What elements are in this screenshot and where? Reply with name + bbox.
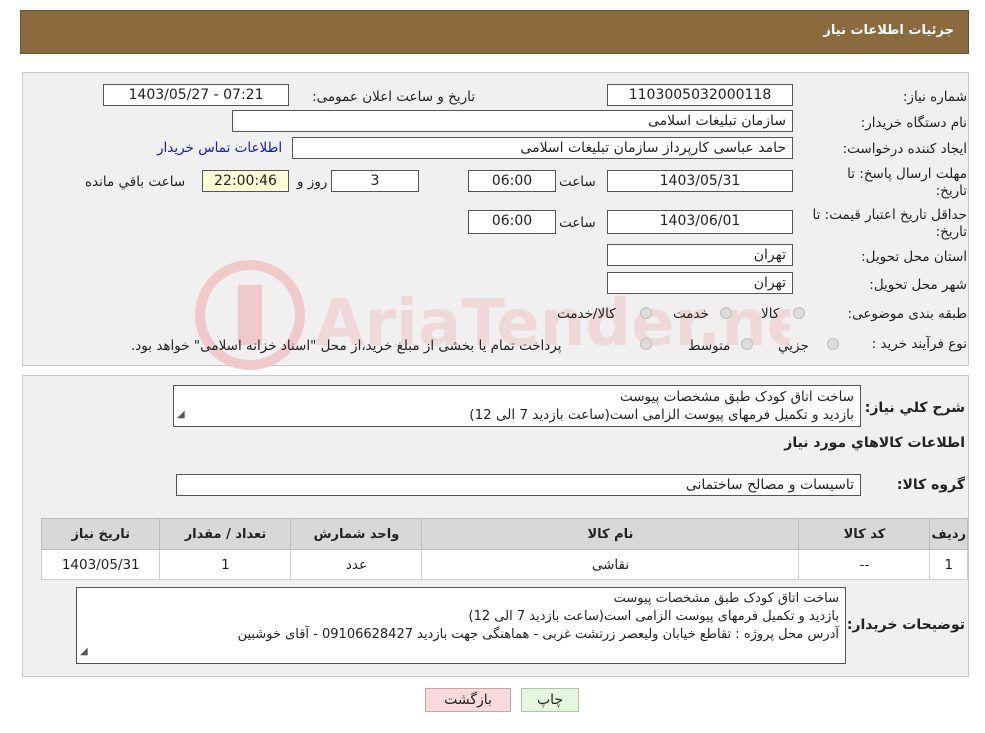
col-item-name: نام کالا — [421, 518, 800, 550]
col-need-date: تاریخ نیاز — [40, 518, 161, 550]
category-radio-service[interactable] — [720, 307, 732, 319]
days-label: روز و — [297, 174, 328, 190]
remaining-days-field[interactable]: 3 — [331, 170, 419, 192]
print-button[interactable]: چاپ — [521, 688, 579, 712]
cell-row-number: 1 — [929, 549, 968, 580]
remaining-time-label: ساعت باقي مانده — [85, 174, 186, 190]
process-radio-minor[interactable] — [827, 338, 839, 350]
remaining-time-field: 22:00:46 — [202, 170, 289, 192]
category-option-service: خدمت — [673, 306, 709, 322]
page-title: جزئیات اطلاعات نیاز — [823, 23, 954, 38]
requester-field[interactable]: حامد عباسی کارپرداز سازمان تبلیغات اسلام… — [292, 137, 793, 159]
announce-datetime-label: تاریخ و ساعت اعلان عمومی: — [312, 89, 475, 105]
reply-deadline-label-2: تاریخ: — [935, 183, 967, 199]
announce-datetime-field[interactable]: 1403/05/27 - 07:21 — [103, 84, 289, 106]
process-radio-medium[interactable] — [741, 338, 753, 350]
goods-info-title: اطلاعات کالاهاي مورد نياز — [784, 435, 965, 451]
cell-need-date: 1403/05/31 — [40, 549, 161, 580]
buyer-contact-link[interactable]: اطلاعات تماس خریدار — [157, 140, 282, 156]
description-line-2: بازدید و تکمیل فرمهای پیوست الزامی است(س… — [469, 407, 854, 423]
buyer-notes-line-3: آدرس محل پروژه : تقاطع خیابان ولیعصر زرت… — [237, 627, 839, 642]
process-option-medium: متوسط — [688, 338, 731, 354]
reply-time-label: ساعت — [559, 174, 596, 190]
category-radio-goods[interactable] — [793, 307, 805, 319]
category-option-goods: کالا — [761, 306, 780, 322]
cell-item-code: -- — [798, 549, 931, 580]
delivery-province-label: استان محل تحویل: — [861, 249, 967, 265]
category-option-goods-service: کالا/خدمت — [557, 306, 616, 322]
col-quantity: تعداد / مقدار — [159, 518, 292, 550]
reply-deadline-time-field[interactable]: 06:00 — [468, 170, 556, 192]
need-number-field[interactable]: 1103005032000118 — [607, 84, 793, 106]
resize-grip-icon[interactable]: ◢ — [177, 406, 185, 424]
reply-deadline-label: مهلت ارسال پاسخ: تا — [847, 166, 967, 182]
purchase-process-label: نوع فرآیند خرید : — [871, 336, 967, 352]
description-line-1: ساخت اتاق کودک طبق مشخصات پیوست — [619, 389, 854, 405]
page-header: جزئیات اطلاعات نیاز — [20, 10, 969, 54]
cell-quantity: 1 — [159, 549, 292, 580]
goods-table: رديف کد کالا نام کالا واحد شمارش تعداد /… — [40, 518, 968, 580]
delivery-city-label: شهر محل تحویل: — [869, 277, 967, 293]
delivery-city-field[interactable]: تهران — [607, 272, 793, 294]
col-row-number: رديف — [929, 518, 968, 550]
buyer-org-field[interactable]: سازمان تبلیغات اسلامی — [232, 110, 793, 132]
treasury-note: پرداخت تمام یا بخشی از مبلغ خرید،از محل … — [131, 338, 562, 354]
cell-item-name: نقاشی — [421, 549, 800, 580]
description-textarea[interactable]: ساخت اتاق کودک طبق مشخصات پیوست بازدید و… — [173, 385, 861, 427]
buyer-notes-line-1: ساخت اتاق کودک طبق مشخصات پیوست — [613, 591, 839, 606]
price-validity-label-2: تاریخ: — [935, 224, 967, 240]
buyer-notes-line-2: بازدید و تکمیل فرمهای پیوست الزامی است(س… — [468, 609, 839, 624]
buyer-notes-label: توضیحات خریدار: — [846, 617, 965, 633]
buyer-org-label: نام دستگاه خریدار: — [860, 115, 967, 131]
category-radio-goods-service[interactable] — [640, 307, 652, 319]
table-row: 1 -- نقاشی عدد 1 1403/05/31 — [40, 549, 968, 580]
reply-deadline-date-field[interactable]: 1403/05/31 — [607, 170, 793, 192]
description-label: شرح کلي نياز: — [864, 400, 965, 416]
resize-grip-icon[interactable]: ◢ — [80, 643, 88, 661]
requester-label: ایجاد کننده درخواست: — [842, 141, 967, 157]
price-validity-time-label: ساعت — [559, 215, 596, 231]
col-item-code: کد کالا — [798, 518, 931, 550]
back-button[interactable]: بازگشت — [425, 688, 511, 712]
goods-table-header: رديف کد کالا نام کالا واحد شمارش تعداد /… — [40, 518, 968, 550]
category-label: طبقه بندی موضوعی: — [847, 306, 967, 322]
treasury-checkbox[interactable] — [640, 338, 652, 350]
cell-unit: عدد — [290, 549, 423, 580]
price-validity-label: حداقل تاریخ اعتبار قیمت: تا — [812, 207, 967, 223]
price-validity-date-field[interactable]: 1403/06/01 — [607, 210, 793, 234]
price-validity-time-field[interactable]: 06:00 — [468, 210, 556, 234]
goods-group-label: گروه کالا: — [896, 477, 965, 493]
delivery-province-field[interactable]: تهران — [607, 244, 793, 266]
process-option-minor: جزيي — [778, 338, 809, 354]
need-number-label: شماره نیاز: — [902, 89, 967, 105]
col-unit: واحد شمارش — [290, 518, 423, 550]
goods-group-field[interactable]: تاسیسات و مصالح ساختمانی — [176, 474, 861, 496]
buyer-notes-textarea[interactable]: ساخت اتاق کودک طبق مشخصات پیوست بازدید و… — [76, 587, 846, 664]
